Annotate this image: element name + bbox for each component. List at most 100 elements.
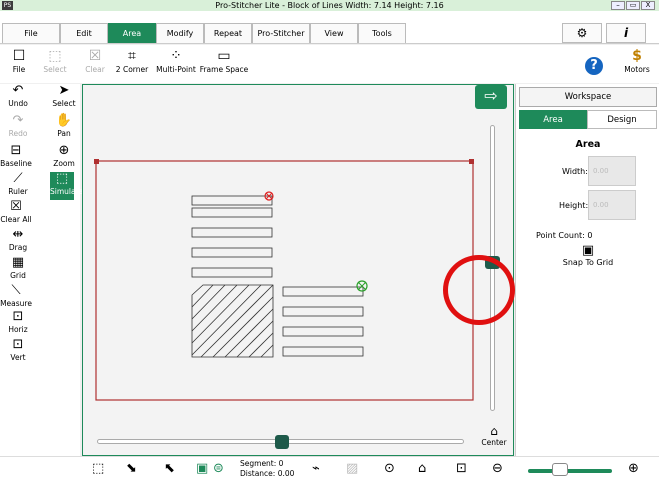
tab-pro-stitcher[interactable]: Pro-Stitcher <box>252 23 310 43</box>
horizontal-slider-thumb[interactable] <box>275 435 289 449</box>
undo-icon: ↶ <box>12 83 24 98</box>
image-icon[interactable]: ▨ <box>346 461 358 477</box>
two-corner-icon: ⌗ <box>128 48 136 64</box>
corner-handle[interactable] <box>469 159 474 164</box>
select-box-icon[interactable]: ⬚ <box>92 461 104 477</box>
motors-icon: $ <box>632 48 642 64</box>
frame-space-label: Frame Space <box>199 65 249 74</box>
point-count-value: 0 <box>587 231 593 240</box>
grid-tool[interactable]: ▦ Grid <box>4 256 32 281</box>
point-count: Point Count: 0 <box>536 231 593 240</box>
center-button[interactable]: ⌂ Center <box>480 424 508 452</box>
simulate-icon: ⬚ <box>55 171 69 186</box>
design-canvas[interactable]: ⇨ ⌂ Center <box>82 84 515 456</box>
zoom-icon: ⊕ <box>58 143 70 158</box>
help-icon[interactable]: ? <box>585 57 603 75</box>
ruler-tool[interactable]: ⟋ Ruler <box>4 172 32 197</box>
close-button[interactable]: X <box>641 1 655 10</box>
restore-button[interactable]: ▭ <box>626 1 640 10</box>
horiz-label: Horiz <box>8 325 28 334</box>
undo-tool[interactable]: ↶ Undo <box>4 83 32 109</box>
zoom-tool[interactable]: ⊕ Zoom <box>50 143 78 169</box>
direction-icon[interactable]: ⬉ <box>164 461 175 477</box>
frame-icon[interactable]: ⊡ <box>456 461 467 477</box>
snap-label: Snap To Grid <box>562 258 614 267</box>
file-tool[interactable]: ☐ File <box>4 48 34 75</box>
panel-toggle-button[interactable]: ⇨ <box>475 85 507 109</box>
home-view-icon[interactable]: ⌂ <box>418 461 426 477</box>
ruler-label: Ruler <box>8 187 28 196</box>
snap-grid-icon: ▣ <box>581 243 595 258</box>
width-label: Width: <box>562 167 588 176</box>
width-field[interactable]: 0.00 <box>588 156 636 186</box>
frame-space-tool[interactable]: ▭ Frame Space <box>199 49 249 75</box>
clear-all-icon: ☒ <box>10 199 22 214</box>
sew-icon[interactable]: ▣ <box>196 461 208 477</box>
tab-file[interactable]: File <box>2 23 60 43</box>
zoom-fit-icon[interactable]: ⊙ <box>384 461 395 477</box>
tab-area[interactable]: Area <box>108 23 156 43</box>
window-title: Pro-Stitcher Lite - Block of Lines Width… <box>215 1 444 10</box>
tab-repeat[interactable]: Repeat <box>204 23 252 43</box>
height-label: Height: <box>559 201 589 210</box>
workspace-button[interactable]: Workspace <box>519 87 657 107</box>
motors-tool[interactable]: $ Motors <box>620 48 654 75</box>
zoom-label: Zoom <box>53 159 75 168</box>
zoom-out-icon[interactable]: ⊖ <box>492 461 503 477</box>
left-toolbox: ↶ Undo ➤ Select ↷ Redo ✋ Pan ⊟ Baseline ⊕ Zoom… <box>0 83 83 456</box>
motors-label: Motors <box>624 65 650 74</box>
highlight-circle <box>443 255 515 325</box>
center-label: Center <box>481 438 507 447</box>
minimize-button[interactable]: – <box>611 1 625 10</box>
zoom-in-icon[interactable]: ⊕ <box>628 461 639 477</box>
horiz-tool[interactable]: ⊡ Horiz <box>4 310 32 335</box>
tab-edit[interactable]: Edit <box>60 23 108 43</box>
select-tool[interactable]: ⬚ Select <box>40 48 70 75</box>
select-icon: ⬚ <box>48 48 62 64</box>
vert-tool[interactable]: ⊡ Vert <box>4 337 32 363</box>
measure-icon: ⟍ <box>11 283 21 298</box>
clear-tool-label: Clear <box>85 65 105 74</box>
file-icon: ☐ <box>12 48 26 64</box>
tab-tools[interactable]: Tools <box>358 23 406 43</box>
height-field[interactable]: 0.00 <box>588 190 636 220</box>
corner-handle[interactable] <box>94 159 99 164</box>
baseline-label: Baseline <box>0 159 32 168</box>
measure-tool[interactable]: ⟍ Measure <box>0 283 32 309</box>
select-tool-left[interactable]: ➤ Select <box>50 84 78 109</box>
zoom-slider-track[interactable] <box>528 469 612 473</box>
clear-all-tool[interactable]: ☒ Clear All <box>0 199 32 225</box>
simulate-tool[interactable]: ⬚ Simulate <box>50 171 83 200</box>
area-toolbar: ☐ File ⬚ Select ☒ Clear ⌗ 2 Corner ⁘ Mul… <box>0 45 659 83</box>
tab-view[interactable]: View <box>310 23 358 43</box>
baseline-tool[interactable]: ⊟ Baseline <box>0 143 32 169</box>
gear-icon: ⚙ <box>576 26 588 40</box>
zoom-slider-thumb[interactable] <box>552 463 568 476</box>
grid-label: Grid <box>10 271 26 280</box>
measure-label: Measure <box>0 299 32 308</box>
settings-button[interactable]: ⚙ <box>562 23 602 43</box>
arrow-right-icon: ⇨ <box>484 86 498 105</box>
record-icon[interactable]: ⊜ <box>213 461 224 477</box>
tab-design[interactable]: Design <box>587 110 657 129</box>
drag-label: Drag <box>8 243 28 252</box>
baseline-icon: ⊟ <box>10 143 22 158</box>
pan-tool[interactable]: ✋ Pan <box>50 114 78 139</box>
redo-tool[interactable]: ↷ Redo <box>4 114 32 139</box>
home-icon: ⌂ <box>490 424 498 438</box>
snap-to-grid-button[interactable]: ▣ Snap To Grid <box>516 243 659 268</box>
file-tool-label: File <box>12 65 26 74</box>
drag-tool[interactable]: ⇹ Drag <box>4 228 32 253</box>
select-tool-label: Select <box>43 65 67 74</box>
multi-point-tool[interactable]: ⁘ Multi-Point <box>153 49 199 75</box>
vert-icon: ⊡ <box>12 337 24 352</box>
info-button[interactable]: i <box>606 23 646 43</box>
two-corner-tool[interactable]: ⌗ 2 Corner <box>112 48 152 75</box>
clear-tool[interactable]: ☒ Clear <box>82 49 108 75</box>
distance-value: 0.00 <box>277 469 295 478</box>
menu-bar: File Edit Area Modify Repeat Pro-Stitche… <box>0 11 659 44</box>
tab-modify[interactable]: Modify <box>156 23 204 43</box>
move-icon[interactable]: ⬊ <box>126 461 137 477</box>
tab-area-panel[interactable]: Area <box>519 110 587 129</box>
trace-icon[interactable]: ⌁ <box>312 461 320 477</box>
